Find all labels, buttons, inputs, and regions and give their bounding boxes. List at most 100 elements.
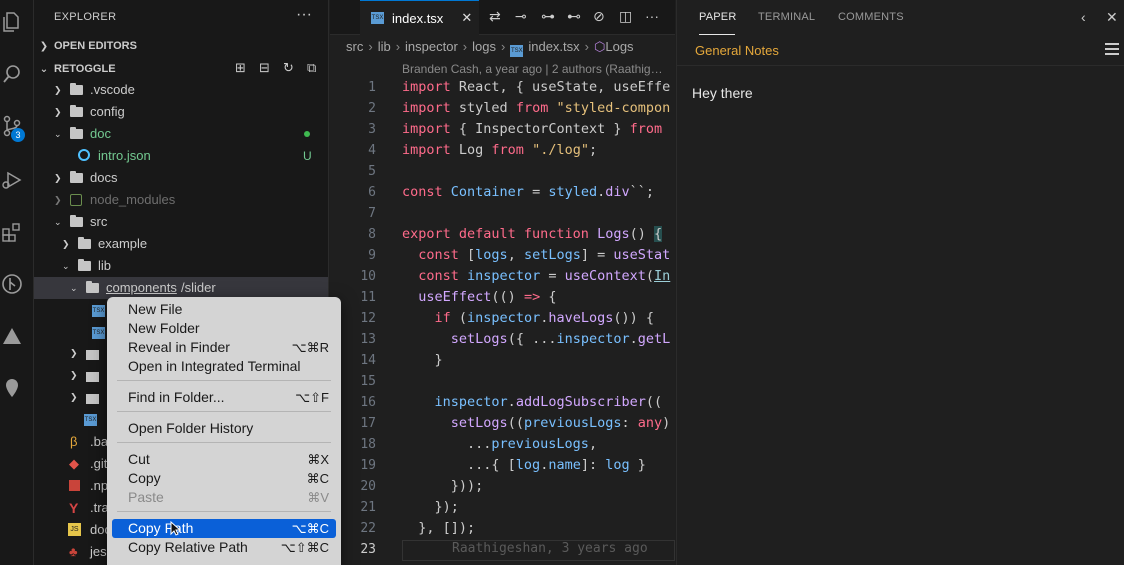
tree-item-label: doc (90, 126, 111, 141)
tab-paper[interactable]: PAPER (699, 11, 736, 23)
compare-icon[interactable]: ⇄ (489, 8, 501, 25)
search-icon[interactable] (0, 60, 24, 88)
chevron-right-icon: ❯ (70, 348, 78, 358)
menu-item-label: Cut (128, 451, 150, 467)
open-editors-label: OPEN EDITORS (54, 40, 137, 52)
folder-icon (78, 259, 91, 271)
breadcrumb-item[interactable]: inspector (405, 39, 458, 54)
tsx-file-icon: TSX (84, 414, 97, 426)
editor: TSX index.tsx ✕ ⇄ ⊸ ⊶ ⊷ ⊘ ◫ ··· src › lib ›… (330, 0, 675, 565)
menu-separator (117, 511, 331, 512)
folder-icon (70, 127, 83, 139)
breadcrumb-item[interactable]: index.tsx (528, 39, 579, 54)
tab-comments[interactable]: COMMENTS (838, 11, 904, 23)
open-editors-section[interactable]: ❯ OPEN EDITORS (34, 35, 137, 57)
menu-item-label: Copy Relative Path (128, 539, 248, 555)
menu-item-open-terminal[interactable]: Open in Integrated Terminal (107, 357, 341, 376)
code-line: const inspector = useContext(In (418, 268, 671, 284)
menu-item-new-folder[interactable]: New Folder (107, 319, 341, 338)
editor-tab-bar: TSX index.tsx ✕ ⇄ ⊸ ⊶ ⊷ ⊘ ◫ ··· (330, 0, 675, 35)
code-line: inspector.addLogSubscriber(( (434, 394, 663, 410)
menu-item-open-folder-history[interactable]: Open Folder History (107, 419, 341, 438)
chevron-right-icon: ❯ (54, 173, 62, 183)
line-number: 6 (368, 185, 376, 200)
code-line: export default function Logs() { (402, 226, 663, 242)
chevron-right-icon: ❯ (54, 85, 62, 95)
line-number: 1 (368, 80, 376, 95)
tree-item-node-modules[interactable]: ❯ node_modules (34, 189, 328, 211)
close-icon[interactable]: ✕ (461, 10, 472, 26)
code-line: import { InspectorContext } from (402, 121, 663, 137)
blame-annotation[interactable]: Branden Cash, a year ago | 2 authors (Ra… (402, 62, 663, 76)
tree-item-config[interactable]: ❯ config (34, 101, 328, 123)
project-label: RETOGGLE (54, 63, 116, 75)
menu-item-copy[interactable]: Copy ⌘C (107, 469, 341, 488)
breadcrumb-item[interactable]: logs (472, 39, 496, 54)
more-actions-icon[interactable]: ··· (645, 8, 659, 24)
map-pin-icon[interactable] (0, 374, 24, 402)
code-line: ...{ [log.name]: log } (402, 457, 646, 473)
line-number: 5 (368, 164, 376, 179)
previous-change-icon[interactable]: ⊶ (541, 8, 555, 25)
menu-item-cut[interactable]: Cut ⌘X (107, 450, 341, 469)
chevron-left-icon[interactable]: ‹ (1081, 9, 1086, 25)
tab-index-tsx[interactable]: TSX index.tsx ✕ (360, 0, 479, 35)
tree-item-docs[interactable]: ❯ docs (34, 167, 328, 189)
split-editor-icon[interactable]: ◫ (619, 8, 632, 25)
folder-icon (86, 350, 99, 360)
note-title[interactable]: General Notes (695, 43, 779, 58)
timeline-icon[interactable]: ⊘ (593, 8, 605, 25)
menu-item-reveal-in-finder[interactable]: Reveal in Finder ⌥⌘R (107, 338, 341, 357)
collapse-all-icon[interactable]: ⧉ (307, 60, 316, 76)
new-file-icon[interactable]: ⊞ (235, 60, 246, 76)
chevron-right-icon: ❯ (54, 107, 62, 117)
next-change-icon[interactable]: ⊷ (567, 8, 581, 25)
tree-item-src[interactable]: ⌄ src (34, 211, 328, 233)
tree-item-lib[interactable]: ⌄ lib (34, 255, 328, 277)
menu-item-shortcut: ⌘X (307, 452, 329, 467)
menu-item-find-in-folder[interactable]: Find in Folder... ⌥⇧F (107, 388, 341, 407)
project-section[interactable]: ⌄ RETOGGLE (34, 58, 116, 80)
new-folder-icon[interactable]: ⊟ (259, 60, 270, 76)
chevron-down-icon: ⌄ (39, 63, 49, 75)
code-line: const Container = styled.div``; (402, 184, 655, 200)
js-file-icon: JS (68, 523, 81, 536)
breadcrumb-item[interactable]: lib (378, 39, 391, 54)
more-actions-icon[interactable]: ··· (296, 6, 312, 24)
tree-item-vscode[interactable]: ❯ .vscode (34, 79, 328, 101)
babel-icon: β (70, 434, 78, 449)
menu-separator (117, 380, 331, 381)
extensions-icon[interactable] (0, 218, 24, 246)
breadcrumb-item[interactable]: src (346, 39, 363, 54)
folder-icon (78, 237, 91, 249)
code-line: }); (402, 499, 459, 515)
tree-item-example[interactable]: ❯ example (34, 233, 328, 255)
activity-bar: 3 (0, 0, 34, 565)
files-icon[interactable] (0, 8, 24, 36)
tsx-file-icon: TSX (92, 305, 105, 317)
triangle-icon[interactable] (0, 322, 24, 350)
code-line: import styled from "styled-compon (402, 100, 671, 116)
git-commit-icon[interactable]: ⊸ (515, 8, 527, 25)
breadcrumb-item[interactable]: Logs (605, 39, 633, 54)
note-content[interactable]: Hey there (692, 85, 753, 101)
npm-icon (69, 480, 80, 491)
menu-item-shortcut: ⌥⌘R (291, 340, 329, 355)
line-number: 9 (368, 248, 376, 263)
refresh-icon[interactable]: ↻ (283, 60, 294, 76)
menu-item-copy-path[interactable]: Copy Path ⌥⌘C (112, 519, 336, 538)
line-number: 3 (368, 122, 376, 137)
run-debug-icon[interactable] (0, 166, 24, 194)
tree-item-intro-json[interactable]: intro.json U (34, 145, 328, 167)
hamburger-menu-icon[interactable] (1105, 43, 1119, 58)
git-graph-icon[interactable] (0, 270, 24, 298)
menu-item-copy-relative-path[interactable]: Copy Relative Path ⌥⇧⌘C (107, 538, 341, 557)
tab-label: index.tsx (392, 10, 444, 26)
menu-item-new-file[interactable]: New File (107, 300, 341, 319)
tree-item-doc[interactable]: ⌄ doc (34, 123, 328, 145)
menu-item-shortcut: ⌥⇧F (295, 390, 329, 405)
tab-terminal[interactable]: TERMINAL (758, 11, 815, 23)
tree-item-label: .vscode (90, 82, 135, 97)
tree-item-components-slider[interactable]: ⌄ components /slider (34, 277, 328, 299)
close-panel-icon[interactable]: ✕ (1106, 9, 1118, 26)
